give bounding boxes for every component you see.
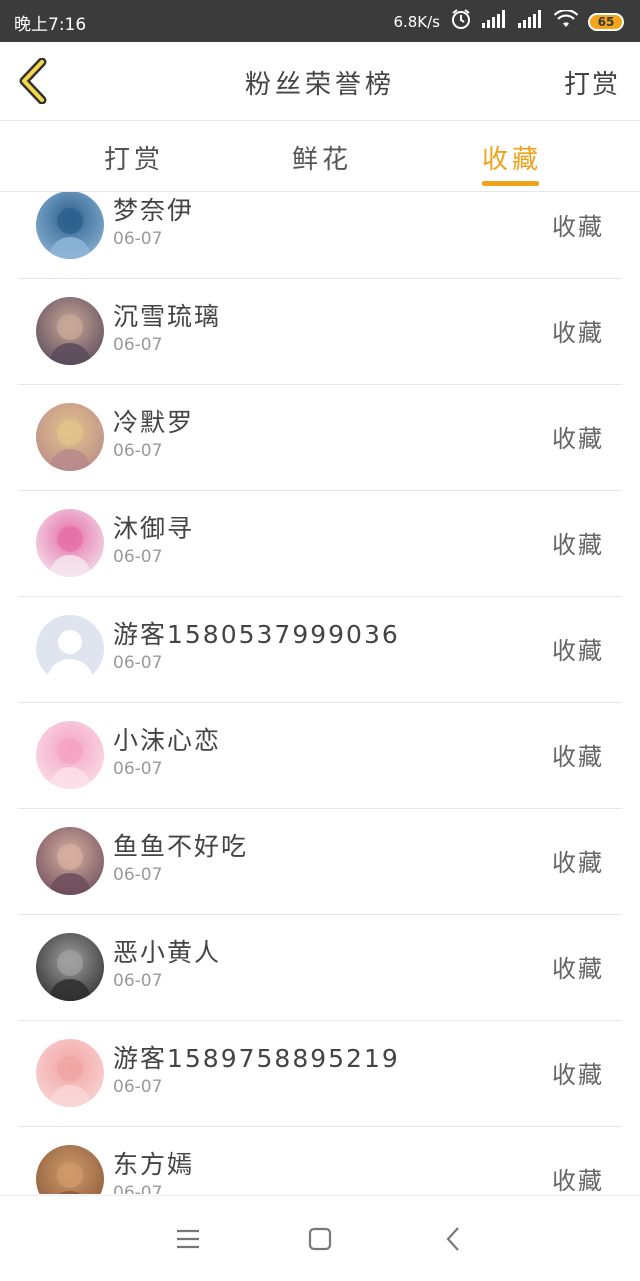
fan-date: 06-07 <box>113 971 163 991</box>
status-indicators: 6.8K/s 65 <box>393 8 624 35</box>
fan-action-tag: 收藏 <box>552 531 604 559</box>
tab-reward[interactable]: 打赏 <box>104 139 164 176</box>
avatar[interactable] <box>36 509 104 577</box>
fan-date: 06-07 <box>113 229 163 249</box>
avatar[interactable] <box>36 933 104 1001</box>
tab-favorites[interactable]: 收藏 <box>482 139 542 176</box>
fan-action-tag: 收藏 <box>552 955 604 983</box>
avatar[interactable] <box>36 827 104 895</box>
fan-action-tag: 收藏 <box>552 213 604 241</box>
list-item[interactable]: 沉雪琉璃 06-07 收藏 <box>18 279 622 385</box>
fan-name: 游客1580537999036 <box>113 620 400 649</box>
list-item[interactable]: 鱼鱼不好吃 06-07 收藏 <box>18 809 622 915</box>
fan-name: 小沫心恋 <box>113 726 222 755</box>
active-tab-indicator <box>482 181 539 186</box>
network-speed: 6.8K/s <box>393 12 440 31</box>
avatar[interactable] <box>36 721 104 789</box>
status-time: 晚上7:16 <box>14 15 87 35</box>
system-back-button[interactable] <box>437 1222 471 1256</box>
fan-date: 06-07 <box>113 335 163 355</box>
fan-action-tag: 收藏 <box>552 1167 604 1194</box>
menu-icon <box>177 1229 199 1249</box>
fan-name: 沐御寻 <box>113 514 195 543</box>
page-title: 粉丝荣誉榜 <box>244 70 395 100</box>
fan-name: 游客1589758895219 <box>113 1044 400 1073</box>
fan-name: 恶小黄人 <box>113 938 222 967</box>
fan-action-tag: 收藏 <box>552 743 604 771</box>
list-item[interactable]: 游客1589758895219 06-07 收藏 <box>18 1021 622 1127</box>
signal-icon-2 <box>518 10 544 33</box>
app-header: 粉丝荣誉榜 打赏 <box>0 42 640 121</box>
fan-date: 06-07 <box>113 547 163 567</box>
fan-action-tag: 收藏 <box>552 1061 604 1089</box>
fan-action-tag: 收藏 <box>552 319 604 347</box>
battery-icon: 65 <box>588 12 624 31</box>
avatar[interactable] <box>36 192 104 259</box>
signal-icon <box>482 10 508 33</box>
list-item[interactable]: 小沫心恋 06-07 收藏 <box>18 703 622 809</box>
recent-apps-button[interactable] <box>171 1222 205 1256</box>
fan-name: 沉雪琉璃 <box>113 302 222 331</box>
fan-name: 梦奈伊 <box>113 196 195 225</box>
fan-list-content: 梦奈伊 06-07 收藏 沉雪琉璃 06-07 收藏 冷默罗 06-07 收藏 沐御寻 06-07 收… <box>0 192 640 1194</box>
fan-list[interactable]: 梦奈伊 06-07 收藏 沉雪琉璃 06-07 收藏 冷默罗 06-07 收藏 沐御寻 06-07 收… <box>0 192 640 1194</box>
wifi-icon <box>553 9 579 33</box>
home-button[interactable] <box>303 1222 337 1256</box>
fan-date: 06-07 <box>113 1077 163 1097</box>
system-nav-bar <box>0 1195 640 1281</box>
reward-button[interactable]: 打赏 <box>564 64 620 101</box>
fan-date: 06-07 <box>113 653 163 673</box>
avatar[interactable] <box>36 297 104 365</box>
avatar[interactable] <box>36 1039 104 1107</box>
fan-date: 06-07 <box>113 865 163 885</box>
fan-date: 06-07 <box>113 441 163 461</box>
list-item[interactable]: 东方嫣 06-07 收藏 <box>18 1127 622 1194</box>
list-item[interactable]: 沐御寻 06-07 收藏 <box>18 491 622 597</box>
list-item[interactable]: 梦奈伊 06-07 收藏 <box>18 192 622 279</box>
fan-action-tag: 收藏 <box>552 637 604 665</box>
fan-name: 鱼鱼不好吃 <box>113 832 249 861</box>
list-item[interactable]: 冷默罗 06-07 收藏 <box>18 385 622 491</box>
fan-action-tag: 收藏 <box>552 425 604 453</box>
status-bar: 晚上7:16 6.8K/s 65 <box>0 0 640 42</box>
fan-date: 06-07 <box>113 759 163 779</box>
avatar[interactable] <box>36 403 104 471</box>
avatar[interactable] <box>36 615 104 683</box>
list-item[interactable]: 恶小黄人 06-07 收藏 <box>18 915 622 1021</box>
list-item[interactable]: 游客1580537999036 06-07 收藏 <box>18 597 622 703</box>
tab-bar: 打赏 鲜花 收藏 <box>0 121 640 192</box>
alarm-icon <box>450 8 472 35</box>
fan-action-tag: 收藏 <box>552 849 604 877</box>
square-icon <box>308 1227 332 1251</box>
fan-date: 06-07 <box>113 1183 163 1194</box>
fan-name: 冷默罗 <box>113 408 195 437</box>
chevron-left-icon <box>446 1227 459 1251</box>
tab-flowers[interactable]: 鲜花 <box>292 139 352 176</box>
avatar[interactable] <box>36 1145 104 1194</box>
fan-name: 东方嫣 <box>113 1150 195 1179</box>
